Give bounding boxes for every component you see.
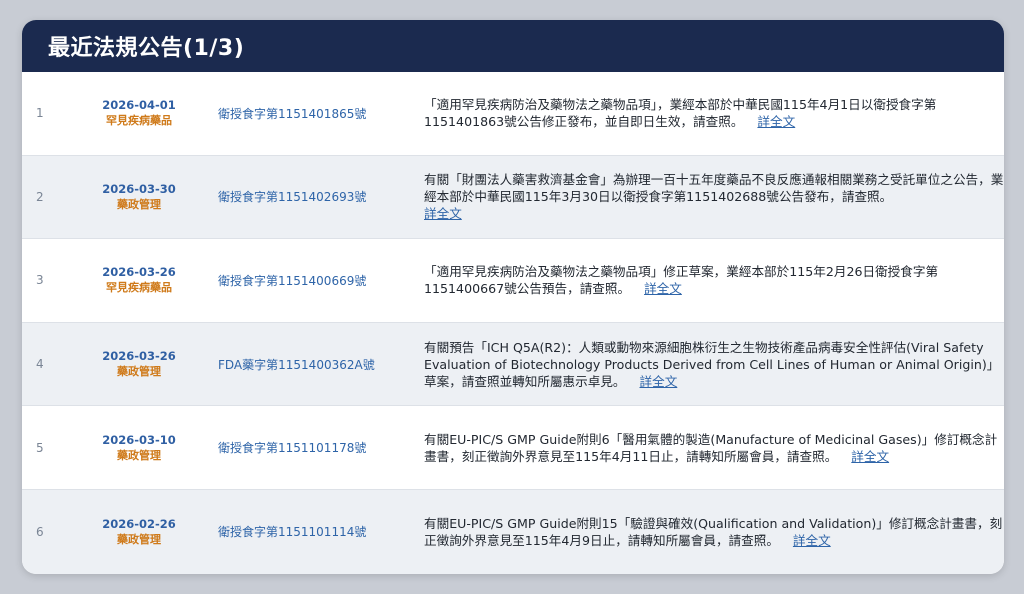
announcement-category: 藥政管理 (117, 448, 161, 462)
date-category: 2026-02-26 藥政管理 (84, 490, 194, 574)
announcement-description: 有關預告「ICH Q5A(R2)：人類或動物來源細胞株衍生之生物技術產品病毒安全… (424, 323, 1004, 406)
announcement-description: 有關EU-PIC/S GMP Guide附則15「驗證與確效(Qualifica… (424, 490, 1004, 574)
announcements-card: 最近法規公告(1/3) 1 2026-04-01 罕見疾病藥品 衛授食字第115… (22, 20, 1004, 574)
description-text: 「適用罕見疾病防治及藥物法之藥物品項」，業經本部於中華民國115年4月1日以衛授… (424, 97, 937, 130)
description-text: 有關EU-PIC/S GMP Guide附則15「驗證與確效(Qualifica… (424, 515, 1003, 548)
announcement-date: 2026-02-26 (102, 516, 176, 531)
row-number: 3 (36, 273, 44, 288)
row-number: 2 (36, 189, 44, 204)
announcement-date: 2026-03-26 (102, 349, 176, 364)
date-category: 2026-04-01 罕見疾病藥品 (84, 72, 194, 155)
announcement-row: 4 2026-03-26 藥政管理 FDA藥字第1151400362A號 有關預… (22, 322, 1004, 407)
announcement-category: 罕見疾病藥品 (106, 114, 172, 128)
announcement-row: 6 2026-02-26 藥政管理 衛授食字第1151101114號 有關EU-… (22, 489, 1004, 574)
announcement-date: 2026-04-01 (102, 98, 176, 113)
announcement-category: 藥政管理 (117, 532, 161, 546)
read-more-link[interactable]: 詳全文 (851, 449, 889, 464)
announcement-date: 2026-03-30 (102, 181, 176, 196)
read-more-link[interactable]: 詳全文 (644, 281, 682, 296)
announcement-category: 藥政管理 (117, 365, 161, 379)
read-more-link[interactable]: 詳全文 (757, 114, 795, 129)
announcement-row: 2 2026-03-30 藥政管理 衛授食字第1151402693號 有關「財團… (22, 155, 1004, 240)
row-number: 1 (36, 106, 44, 121)
description-text: 有關預告「ICH Q5A(R2)：人類或動物來源細胞株衍生之生物技術產品病毒安全… (424, 339, 1000, 389)
announcement-list: 1 2026-04-01 罕見疾病藥品 衛授食字第1151401865號 「適用… (22, 72, 1004, 574)
announcement-description: 有關「財團法人藥害救濟基金會」為辦理一百十五年度藥品不良反應通報相關業務之受託單… (424, 156, 1004, 239)
row-number: 4 (36, 357, 44, 372)
doc-number-link[interactable]: 衛授食字第1151101114號 (218, 490, 366, 574)
doc-number-link[interactable]: 衛授食字第1151402693號 (218, 156, 366, 239)
description-text: 有關「財團法人藥害救濟基金會」為辦理一百十五年度藥品不良反應通報相關業務之受託單… (424, 172, 1004, 205)
read-more-link[interactable]: 詳全文 (793, 533, 831, 548)
row-number: 6 (36, 524, 44, 539)
read-more-link[interactable]: 詳全文 (640, 374, 678, 389)
announcement-description: 有關EU-PIC/S GMP Guide附則6「醫用氣體的製造(Manufact… (424, 406, 1004, 489)
date-category: 2026-03-10 藥政管理 (84, 406, 194, 489)
doc-number-link[interactable]: 衛授食字第1151401865號 (218, 72, 366, 155)
card-header: 最近法規公告(1/3) (22, 20, 1004, 72)
announcement-row: 1 2026-04-01 罕見疾病藥品 衛授食字第1151401865號 「適用… (22, 72, 1004, 156)
announcement-row: 3 2026-03-26 罕見疾病藥品 衛授食字第1151400669號 「適用… (22, 239, 1004, 323)
date-category: 2026-03-26 藥政管理 (84, 323, 194, 406)
read-more-link[interactable]: 詳全文 (424, 206, 462, 221)
row-number: 5 (36, 440, 44, 455)
date-category: 2026-03-30 藥政管理 (84, 156, 194, 239)
doc-number-link[interactable]: FDA藥字第1151400362A號 (218, 323, 375, 406)
doc-number-link[interactable]: 衛授食字第1151101178號 (218, 406, 366, 489)
date-category: 2026-03-26 罕見疾病藥品 (84, 239, 194, 322)
description-text: 有關EU-PIC/S GMP Guide附則6「醫用氣體的製造(Manufact… (424, 431, 998, 464)
announcement-description: 「適用罕見疾病防治及藥物法之藥物品項」修正草案，業經本部於115年2月26日衛授… (424, 239, 1004, 322)
announcement-category: 藥政管理 (117, 197, 161, 211)
doc-number-link[interactable]: 衛授食字第1151400669號 (218, 239, 366, 322)
announcement-description: 「適用罕見疾病防治及藥物法之藥物品項」，業經本部於中華民國115年4月1日以衛授… (424, 72, 1004, 155)
announcement-date: 2026-03-26 (102, 265, 176, 280)
announcement-row: 5 2026-03-10 藥政管理 衛授食字第1151101178號 有關EU-… (22, 406, 1004, 490)
announcement-category: 罕見疾病藥品 (106, 281, 172, 295)
page-title: 最近法規公告(1/3) (48, 36, 245, 61)
announcement-date: 2026-03-10 (102, 432, 176, 447)
